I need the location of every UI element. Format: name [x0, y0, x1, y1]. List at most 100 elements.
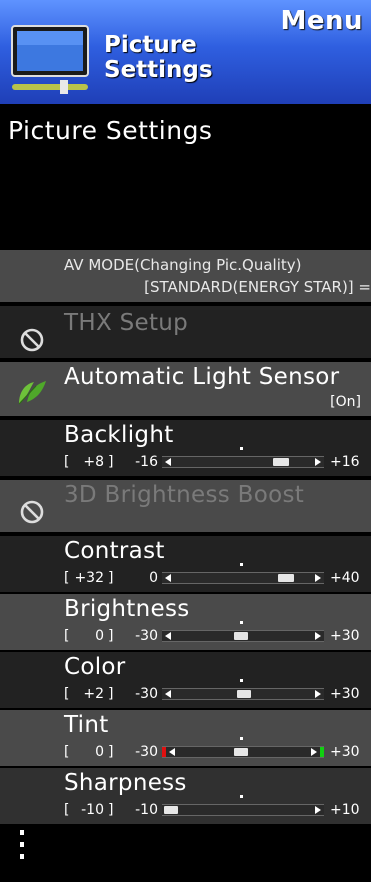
prohibited-icon: [20, 500, 44, 524]
header-title-line2: Settings: [104, 57, 213, 83]
contrast-slider-track[interactable]: [162, 563, 324, 584]
color-slider-track[interactable]: [162, 679, 324, 700]
arrow-right-icon[interactable]: [312, 631, 324, 641]
slider-center-mark: [240, 795, 243, 798]
bracket-close: ]: [108, 570, 114, 586]
tint-slider-track[interactable]: [162, 737, 324, 758]
color-min: -30: [135, 686, 158, 702]
tint-slider-knob[interactable]: [234, 748, 248, 756]
sharpness-max: +10: [330, 802, 360, 818]
light-sensor-label: Automatic Light Sensor: [64, 364, 340, 390]
slider-center-mark: [240, 679, 243, 682]
bracket-close: ]: [108, 744, 114, 760]
tint-green-end: [320, 747, 324, 757]
backlight-slider-knob[interactable]: [273, 458, 289, 466]
bracket-close: ]: [108, 802, 114, 818]
bracket-close: ]: [108, 628, 114, 644]
more-options-icon[interactable]: [12, 826, 32, 866]
sharpness-label: Sharpness: [64, 770, 187, 796]
bracket-open: [: [64, 744, 70, 760]
brightness-value: 0: [95, 628, 104, 644]
thx-setup-label: THX Setup: [64, 310, 189, 336]
arrow-left-icon[interactable]: [162, 631, 174, 641]
menu-item-3d-brightness-boost: 3D Brightness Boost: [0, 480, 371, 532]
tint-max: +30: [330, 744, 360, 760]
color-max: +30: [330, 686, 360, 702]
backlight-label: Backlight: [64, 422, 174, 448]
contrast-value: +32: [74, 570, 104, 586]
av-mode-value: [STANDARD(ENERGY STAR)] =: [144, 278, 371, 296]
bracket-close: ]: [108, 454, 114, 470]
contrast-max: +40: [330, 570, 360, 586]
bracket-open: [: [64, 686, 70, 702]
backlight-min: -16: [135, 454, 158, 470]
brightness-slider-row: [ 0 ] -30 +30: [64, 621, 364, 646]
backlight-slider-row: [ +8 ] -16 +16: [64, 447, 364, 472]
slider-center-mark: [240, 447, 243, 450]
arrow-left-icon[interactable]: [162, 689, 174, 699]
color-label: Color: [64, 654, 126, 680]
picture-settings-screen: Menu Picture Settings Picture Settings A…: [0, 0, 371, 882]
backlight-value: +8: [83, 454, 104, 470]
bracket-open: [: [64, 802, 70, 818]
slider-center-mark: [240, 621, 243, 624]
3d-brightness-boost-label: 3D Brightness Boost: [64, 482, 305, 508]
backlight-slider-track[interactable]: [162, 447, 324, 468]
bracket-open: [: [64, 454, 70, 470]
sharpness-slider-track[interactable]: [162, 795, 324, 816]
prohibited-icon: [20, 328, 44, 352]
sharpness-value: -10: [81, 802, 104, 818]
header-bar: Menu Picture Settings: [0, 0, 371, 104]
menu-item-av-mode[interactable]: AV MODE(Changing Pic.Quality) [STANDARD(…: [0, 250, 371, 302]
header-title: Picture Settings: [104, 33, 213, 83]
contrast-label: Contrast: [64, 538, 165, 564]
arrow-right-icon[interactable]: [312, 805, 324, 815]
slider-center-mark: [240, 563, 243, 566]
leaf-icon: [18, 381, 46, 405]
contrast-slider-knob[interactable]: [278, 574, 294, 582]
contrast-slider-row: [ +32 ] 0 +40: [64, 563, 364, 588]
tint-min: -30: [135, 744, 158, 760]
bracket-close: ]: [108, 686, 114, 702]
menu-item-thx-setup: THX Setup: [0, 306, 371, 358]
tint-value: 0: [95, 744, 104, 760]
arrow-left-icon[interactable]: [162, 457, 174, 467]
menu-item-sharpness[interactable]: Sharpness [ -10 ] -10 +10: [0, 768, 371, 824]
brightness-slider-track[interactable]: [162, 621, 324, 642]
slider-center-mark: [240, 737, 243, 740]
menu-item-color[interactable]: Color [ +2 ] -30 +30: [0, 652, 371, 708]
brightness-max: +30: [330, 628, 360, 644]
color-slider-knob[interactable]: [237, 690, 251, 698]
tint-label: Tint: [64, 712, 109, 738]
brightness-min: -30: [135, 628, 158, 644]
bracket-open: [: [64, 628, 70, 644]
contrast-min: 0: [149, 570, 158, 586]
sharpness-min: -10: [135, 802, 158, 818]
light-sensor-value: [On]: [330, 394, 361, 410]
menu-item-contrast[interactable]: Contrast [ +32 ] 0 +40: [0, 536, 371, 592]
arrow-left-icon[interactable]: [162, 573, 174, 583]
arrow-left-icon[interactable]: [166, 747, 178, 757]
sharpness-slider-row: [ -10 ] -10 +10: [64, 795, 364, 820]
color-value: +2: [83, 686, 104, 702]
menu-item-light-sensor[interactable]: Automatic Light Sensor [On]: [0, 362, 371, 416]
menu-item-brightness[interactable]: Brightness [ 0 ] -30 +30: [0, 594, 371, 650]
sharpness-slider-knob[interactable]: [164, 806, 178, 814]
arrow-right-icon[interactable]: [308, 747, 320, 757]
menu-item-backlight[interactable]: Backlight [ +8 ] -16 +16: [0, 420, 371, 476]
brightness-slider-knob[interactable]: [234, 632, 248, 640]
arrow-right-icon[interactable]: [312, 573, 324, 583]
arrow-right-icon[interactable]: [312, 689, 324, 699]
tint-slider-row: [ 0 ] -30 +30: [64, 737, 364, 762]
backlight-max: +16: [330, 454, 360, 470]
brightness-label: Brightness: [64, 596, 190, 622]
monitor-icon: [11, 25, 89, 94]
page-title: Picture Settings: [8, 116, 213, 145]
menu-item-tint[interactable]: Tint [ 0 ] -30 +30: [0, 710, 371, 766]
av-mode-label: AV MODE(Changing Pic.Quality): [64, 256, 302, 274]
bracket-open: [: [64, 570, 70, 586]
header-title-line1: Picture: [104, 32, 197, 58]
color-slider-row: [ +2 ] -30 +30: [64, 679, 364, 704]
menu-label: Menu: [280, 6, 363, 36]
arrow-right-icon[interactable]: [312, 457, 324, 467]
